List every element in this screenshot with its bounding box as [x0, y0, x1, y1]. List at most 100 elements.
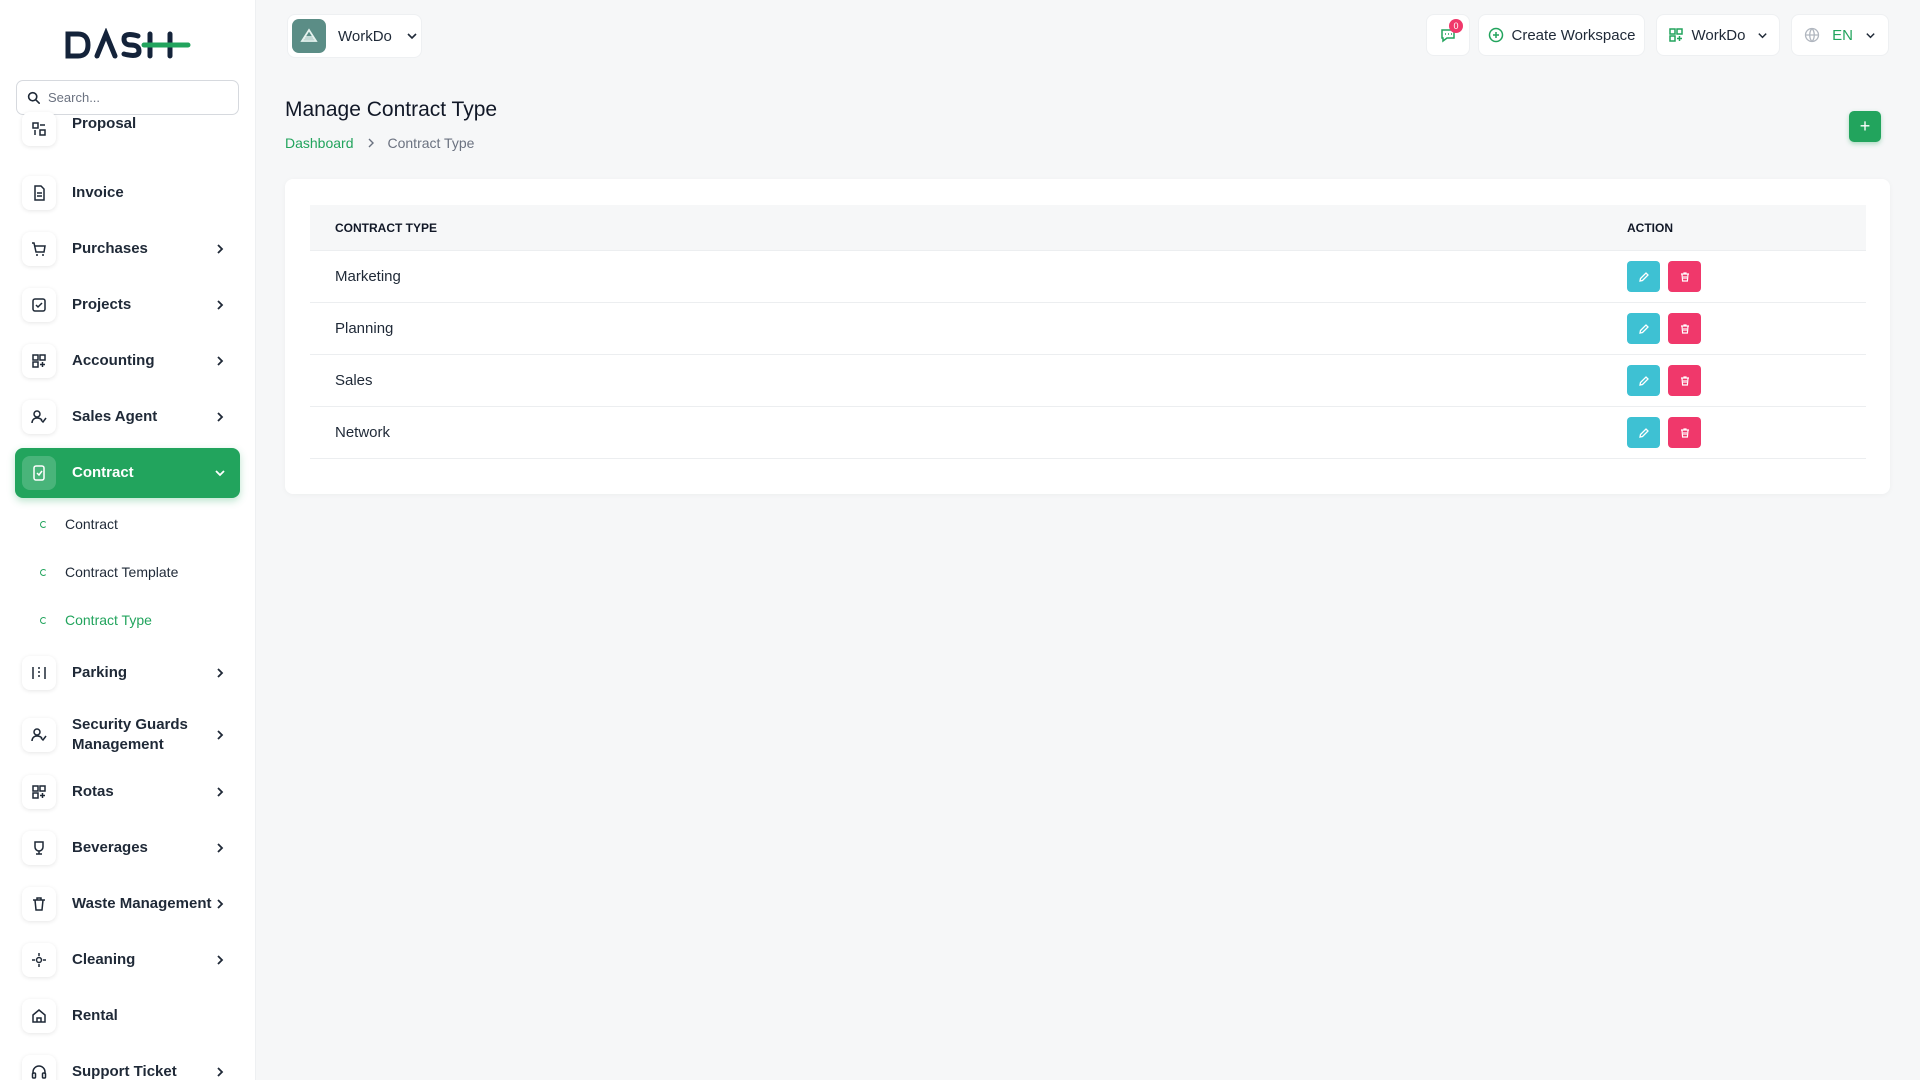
search-box[interactable] [16, 80, 239, 115]
edit-button[interactable] [1627, 417, 1660, 448]
bullet-icon [40, 616, 47, 624]
chevron-right-icon [217, 730, 224, 740]
search-input[interactable] [48, 90, 228, 105]
contract-type-table: CONTRACT TYPE ACTION Marketing Planning … [310, 205, 1866, 459]
sidebar-item-rental[interactable]: Rental [15, 992, 240, 1040]
edit-button[interactable] [1627, 261, 1660, 292]
delete-button[interactable] [1668, 313, 1701, 344]
proposal-icon [22, 112, 56, 146]
sparkle-icon [22, 943, 56, 977]
trash-icon [1680, 271, 1689, 282]
sidebar-item-label: Waste Management [72, 895, 212, 912]
chevron-right-icon [217, 955, 224, 965]
breadcrumb-current: Contract Type [387, 135, 475, 151]
sidebar-item-proposal[interactable]: Proposal [15, 112, 240, 160]
workspace-logo-icon [292, 19, 326, 53]
page-title: Manage Contract Type [285, 98, 498, 121]
table-row: Network [310, 407, 1866, 459]
chevron-right-icon [217, 300, 224, 310]
apps-icon [1668, 28, 1683, 42]
language-label: EN [1832, 26, 1853, 44]
user-workspace-label: WorkDo [1691, 26, 1746, 44]
sidebar-subitem-label: Contract [65, 516, 118, 532]
contract-type-cell: Marketing [335, 268, 401, 285]
contract-type-cell: Network [335, 424, 391, 441]
add-contract-type-button[interactable]: + [1849, 111, 1881, 142]
sidebar-item-invoice[interactable]: Invoice [15, 169, 240, 217]
chevron-down-icon [215, 470, 225, 477]
sidebar-item-parking[interactable]: Parking [15, 649, 240, 697]
bullet-icon [40, 568, 47, 576]
workspace-name: WorkDo [338, 27, 392, 45]
sidebar-item-projects[interactable]: Projects [15, 281, 240, 329]
chevron-right-icon [217, 668, 224, 678]
cup-icon [22, 831, 56, 865]
cart-icon [22, 232, 56, 266]
sidebar-item-accounting[interactable]: Accounting [15, 337, 240, 385]
edit-button[interactable] [1627, 365, 1660, 396]
chevron-right-icon [217, 1067, 224, 1077]
plus-icon: + [1859, 116, 1871, 136]
sidebar-subitem-contract-template[interactable]: Contract Template [40, 560, 178, 584]
sidebar-item-label: Parking [72, 664, 128, 681]
chevron-down-icon [1866, 32, 1875, 38]
create-workspace-button[interactable]: Create Workspace [1478, 14, 1645, 56]
create-workspace-label: Create Workspace [1511, 26, 1636, 44]
chevron-down-icon [407, 33, 417, 40]
edit-button[interactable] [1627, 313, 1660, 344]
grid-icon [22, 344, 56, 378]
dash-logo[interactable] [64, 27, 192, 62]
sidebar-item-sales-agent[interactable]: Sales Agent [15, 393, 240, 441]
chevron-right-icon [217, 843, 224, 853]
messages-button[interactable]: 0 [1426, 14, 1470, 56]
sidebar-item-label: Support Ticket [72, 1063, 177, 1080]
chevron-right-icon [217, 244, 224, 254]
sidebar-item-rotas[interactable]: Rotas [15, 768, 240, 816]
language-dropdown[interactable]: EN [1791, 14, 1889, 56]
parking-icon [22, 656, 56, 690]
sidebar-item-label: Rotas [72, 783, 114, 800]
home-icon [22, 999, 56, 1033]
sidebar-item-beverages[interactable]: Beverages [15, 824, 240, 872]
sidebar-item-support-ticket[interactable]: Support Ticket [15, 1048, 240, 1080]
notification-badge: 0 [1449, 19, 1463, 33]
user-workspace-dropdown[interactable]: WorkDo [1656, 14, 1780, 56]
sidebar-item-waste-management[interactable]: Waste Management [15, 880, 240, 928]
pencil-icon [1638, 427, 1649, 438]
sidebar-item-contract[interactable]: Contract [15, 448, 240, 498]
action-cell [1627, 365, 1866, 396]
check-square-icon [22, 288, 56, 322]
sidebar-subitem-label: Contract Type [65, 612, 152, 628]
sidebar-subitem-contract-type[interactable]: Contract Type [40, 608, 152, 632]
trash-icon [22, 887, 56, 921]
workspace-switcher[interactable]: WorkDo [287, 14, 422, 58]
sidebar-item-label: Projects [72, 296, 132, 313]
sidebar-item-label: Sales Agent [72, 408, 158, 425]
contract-icon [22, 456, 56, 490]
grid-icon [22, 775, 56, 809]
breadcrumb-dashboard-link[interactable]: Dashboard [285, 135, 354, 151]
plus-circle-icon [1488, 27, 1503, 43]
sidebar-item-cleaning[interactable]: Cleaning [15, 936, 240, 984]
trash-icon [1680, 375, 1689, 386]
delete-button[interactable] [1668, 261, 1701, 292]
sidebar-item-label: Cleaning [72, 951, 136, 968]
sidebar-item-label: Contract [72, 464, 134, 481]
sidebar-item-label: Invoice [72, 184, 124, 201]
chevron-right-icon [368, 138, 374, 148]
sidebar-item-security-guards[interactable]: Security Guards Management [15, 709, 240, 761]
sidebar-item-purchases[interactable]: Purchases [15, 225, 240, 273]
delete-button[interactable] [1668, 417, 1701, 448]
trash-icon [1680, 427, 1689, 438]
action-cell [1627, 417, 1866, 448]
column-header-action: ACTION [1627, 220, 1673, 235]
user-check-icon [22, 718, 56, 752]
delete-button[interactable] [1668, 365, 1701, 396]
table-row: Planning [310, 303, 1866, 355]
bullet-icon [40, 520, 47, 528]
sidebar-item-label: Security Guards Management [72, 716, 188, 753]
headset-icon [22, 1055, 56, 1080]
contract-type-cell: Planning [335, 320, 394, 337]
sidebar-subitem-contract[interactable]: Contract [40, 512, 118, 536]
sidebar-item-label: Accounting [72, 352, 155, 369]
